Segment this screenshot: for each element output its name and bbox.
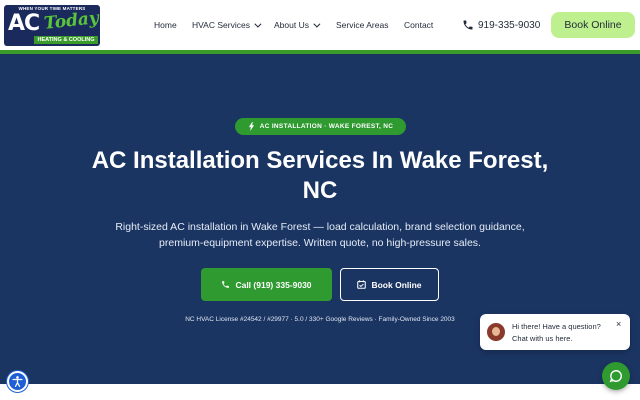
lightning-icon bbox=[248, 122, 254, 131]
chat-greeting-bubble[interactable]: Hi there! Have a question? Chat with us … bbox=[480, 314, 630, 350]
hero-book-online-label: Book Online bbox=[371, 279, 422, 290]
call-button-label: Call (919) 335-9030 bbox=[235, 279, 312, 290]
nav-service-areas[interactable]: Service Areas bbox=[336, 20, 388, 30]
close-icon[interactable]: × bbox=[616, 319, 621, 329]
nav-hvac-services[interactable]: HVAC Services bbox=[192, 20, 262, 30]
nav-areas-label: Service Areas bbox=[336, 20, 389, 30]
chevron-down-icon bbox=[313, 20, 321, 28]
nav-hvac-label: HVAC Services bbox=[192, 20, 250, 30]
chevron-down-icon bbox=[254, 20, 262, 28]
phone-icon bbox=[222, 281, 230, 288]
page-title-line1: AC Installation Services In Wake Forest, bbox=[91, 147, 549, 174]
site-header: WHEN YOUR TIME MATTERS AC Today HEATING … bbox=[0, 0, 640, 50]
page-title: AC Installation Services In Wake Forest,… bbox=[40, 146, 600, 206]
hero-book-online-button[interactable]: Book Online bbox=[340, 268, 439, 301]
nav-contact-label: Contact bbox=[404, 20, 434, 30]
hero-description-line1: Right-sized AC installation in Wake Fore… bbox=[115, 221, 525, 233]
hero-description-line2: premium-equipment expertise. Written quo… bbox=[159, 237, 481, 249]
trust-line: NC HVAC License #24542 / #29977 · 5.0 / … bbox=[185, 316, 455, 323]
chat-icon bbox=[609, 370, 622, 383]
logo-today: Today bbox=[43, 8, 100, 34]
nav-about-label: About Us bbox=[274, 20, 309, 30]
calendar-icon bbox=[357, 280, 367, 289]
nav-about-us[interactable]: About Us bbox=[274, 20, 321, 30]
company-logo[interactable]: WHEN YOUR TIME MATTERS AC Today HEATING … bbox=[4, 5, 100, 46]
logo-subtitle: HEATING & COOLING bbox=[34, 36, 98, 44]
phone-icon bbox=[463, 20, 473, 30]
hero-badge: AC INSTALLATION · WAKE FOREST, NC bbox=[235, 118, 406, 135]
hero-badge-label: AC INSTALLATION · WAKE FOREST, NC bbox=[259, 123, 394, 130]
header-book-online-button[interactable]: Book Online bbox=[551, 12, 635, 38]
accessibility-button[interactable] bbox=[7, 371, 28, 392]
chat-agent-avatar bbox=[487, 323, 505, 341]
header-phone-link[interactable]: 919-335-9030 bbox=[462, 19, 540, 31]
page-title-line2: NC bbox=[302, 177, 338, 204]
header-phone-number: 919-335-9030 bbox=[478, 19, 541, 31]
chat-greeting-line1: Hi there! Have a question? bbox=[512, 322, 601, 331]
hero-description: Right-sized AC installation in Wake Fore… bbox=[80, 219, 560, 251]
logo-ac: AC bbox=[8, 11, 40, 36]
accessibility-icon bbox=[12, 376, 23, 387]
chat-greeting-line2: Chat with us here. bbox=[512, 334, 573, 343]
nav-contact[interactable]: Contact bbox=[404, 20, 433, 30]
call-button[interactable]: Call (919) 335-9030 bbox=[201, 268, 332, 301]
chat-greeting-text: Hi there! Have a question? Chat with us … bbox=[512, 321, 612, 345]
nav-home-label: Home bbox=[154, 20, 177, 30]
chat-launcher-button[interactable] bbox=[602, 362, 630, 390]
nav-home[interactable]: Home bbox=[154, 20, 177, 30]
